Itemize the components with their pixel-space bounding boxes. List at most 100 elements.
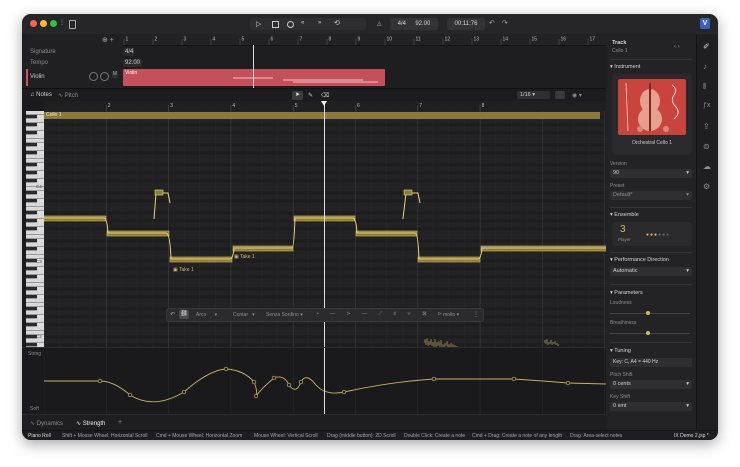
fast-forward-icon[interactable]: » <box>318 20 321 26</box>
rewind-icon[interactable]: « <box>301 20 304 26</box>
pan-knob[interactable] <box>100 72 109 81</box>
minimize-window-button[interactable] <box>40 20 47 27</box>
metronome-icon[interactable]: ◬ <box>377 20 382 27</box>
signature-value[interactable]: 4/4 <box>123 48 136 56</box>
pencil-tool-icon[interactable]: ✎ <box>308 92 313 99</box>
loop-icon[interactable]: ⟲ <box>334 19 340 27</box>
loudness-slider-handle[interactable] <box>646 311 650 315</box>
time-value: 00:11:76 <box>454 21 478 27</box>
tab-notes[interactable]: ♫ Notes <box>30 92 52 98</box>
take-label-1[interactable]: ▣ Take 1 <box>173 267 194 273</box>
performance-section[interactable]: ▾ Performance Direction <box>610 257 669 263</box>
ensemble-section[interactable]: ▾ Ensemble <box>610 212 639 218</box>
settings-icon[interactable]: ⚙ <box>703 182 710 191</box>
select-tool-icon[interactable]: ➤ <box>292 91 303 100</box>
tool-sidebar: ✐ ♪ ⫴ ƒx ⇪ ⊜ ☁ ⚙ <box>696 34 718 430</box>
technique-select[interactable]: Senza Sordino ▾ <box>266 312 303 318</box>
undo-icon[interactable]: ↶ <box>489 19 495 27</box>
preset-select[interactable]: Default* ▾ <box>610 191 692 200</box>
tuning-value: Key: C, A4 = 440 Hz <box>613 359 659 365</box>
take-label-1-text: Take 1 <box>179 267 194 273</box>
instrument-section[interactable]: ▾ Instrument <box>610 64 640 70</box>
tab-dynamics[interactable]: ∿ Dynamics <box>30 420 63 427</box>
version-select[interactable]: 90 ▾ <box>610 169 692 178</box>
instrument-title: Instrument <box>614 64 641 70</box>
tempo-label: Tempo <box>30 60 49 66</box>
tab-strength-label: Strength <box>82 421 106 427</box>
ensemble-dots[interactable]: ●●●●●● <box>646 232 670 238</box>
ensemble-card[interactable]: 3 Player ●●●●●● <box>612 222 692 246</box>
playhead-handle[interactable] <box>321 101 327 106</box>
tuning-select[interactable]: Key: C, A4 = 440 Hz <box>610 358 692 367</box>
performance-select[interactable]: Automatic ▾ <box>610 267 692 276</box>
tempo-signature-display[interactable]: 4/4 92.00 <box>390 18 438 30</box>
maximize-window-button[interactable] <box>50 20 57 27</box>
play-icon[interactable]: ▷ <box>256 20 261 28</box>
key-shift-field[interactable]: 0 smt ▾ <box>610 402 692 411</box>
snap-toggle[interactable] <box>555 91 565 99</box>
ruler-tick-label: 4 <box>213 37 216 43</box>
breathiness-slider-handle[interactable] <box>646 331 650 335</box>
signature-label: Signature <box>30 49 56 55</box>
ruler-tick-label: 17 <box>590 37 596 43</box>
octave-label-c3: C3 <box>36 259 42 264</box>
volume-knob[interactable] <box>89 72 98 81</box>
add-automation-button[interactable]: + <box>118 419 122 426</box>
soft-label: Soft <box>30 406 39 412</box>
instrument-card[interactable]: Orchestral Cello 1 <box>612 74 692 155</box>
eraser-tool-icon[interactable]: ⌫ <box>321 92 329 99</box>
quantize-select[interactable]: 1/16 ▾ <box>517 91 550 99</box>
loudness-label: Loudness <box>610 300 632 306</box>
music-note-icon[interactable]: ♪ <box>703 62 707 71</box>
style-select[interactable]: Contar ▾ <box>233 312 255 318</box>
version-value: 90 <box>613 170 620 176</box>
breathiness-slider[interactable] <box>610 333 690 334</box>
document-icon[interactable] <box>69 20 76 29</box>
close-window-button[interactable] <box>30 20 37 27</box>
more-menu-icon[interactable]: ⋮ <box>59 19 65 26</box>
status-hint: Cmd + Drag: Create a note of any length <box>472 433 563 439</box>
articulation-icons[interactable]: • — ≻ — ⟋ ♯ ⋎ ⊠ ⊳ <box>317 311 447 317</box>
status-hint: Shift + Mouse Wheel: Horizontal Scroll <box>62 433 148 439</box>
more-icon[interactable]: ⋮ <box>473 311 479 318</box>
automation-playhead <box>324 348 325 415</box>
tab-pitch-label: Pitch <box>64 93 79 99</box>
tuning-section[interactable]: ▾ Tuning <box>610 348 631 354</box>
track-nav-arrows[interactable]: ‹ › <box>674 44 680 50</box>
arrangement-playhead[interactable] <box>253 45 254 88</box>
violin-clip[interactable]: Violin <box>123 69 385 86</box>
plugin-icon[interactable]: ⊜ <box>703 142 710 151</box>
tab-pitch[interactable]: ∿ Pitch <box>58 92 78 99</box>
key-shift-label: Key Shift <box>610 394 631 400</box>
mute-button[interactable]: M <box>112 71 118 78</box>
articulation-value: Arco <box>196 312 207 318</box>
articulation-select[interactable]: Arco ▾ <box>196 312 217 318</box>
equalizer-icon[interactable]: ⫴ <box>703 82 706 92</box>
piano-keyboard[interactable] <box>26 111 44 347</box>
ruler-tick-label: 6 <box>271 37 274 43</box>
add-track-icon[interactable]: ⊕ + <box>102 36 114 44</box>
extra-select[interactable]: molto ▾ <box>443 312 459 318</box>
time-display[interactable]: 00:11:76 <box>447 18 485 30</box>
undo-note-icon[interactable]: ↶ <box>170 311 175 318</box>
take-label-2[interactable]: ▣ Take 1 <box>234 254 255 260</box>
preset-label: Preset <box>610 183 625 189</box>
parameters-section[interactable]: ▾ Parameters <box>610 290 643 296</box>
view-options-icon[interactable]: ◉ ▾ <box>572 92 582 99</box>
automation-lane[interactable]: String Soft <box>22 347 606 415</box>
ruler-tick-label: 14 <box>503 37 509 43</box>
violin-track-label[interactable]: Violin <box>30 74 45 80</box>
tab-strength[interactable]: ∿ Strength <box>76 420 105 427</box>
stop-icon[interactable] <box>272 21 279 28</box>
effects-icon[interactable]: ƒx <box>703 102 710 109</box>
quantize-value: 1/16 <box>520 92 531 98</box>
redo-icon[interactable]: ↷ <box>502 19 508 27</box>
pitch-shift-field[interactable]: 0 cents ▾ <box>610 380 692 389</box>
tempo-track-value[interactable]: 92.00 <box>123 59 143 67</box>
loudness-slider[interactable] <box>610 313 690 314</box>
export-icon[interactable]: ⇪ <box>703 122 710 131</box>
instrument-tool-icon[interactable]: ✐ <box>703 42 710 51</box>
record-icon[interactable] <box>287 21 294 28</box>
link-icon[interactable]: ⛓ <box>179 310 189 319</box>
cloud-icon[interactable]: ☁ <box>703 162 711 171</box>
